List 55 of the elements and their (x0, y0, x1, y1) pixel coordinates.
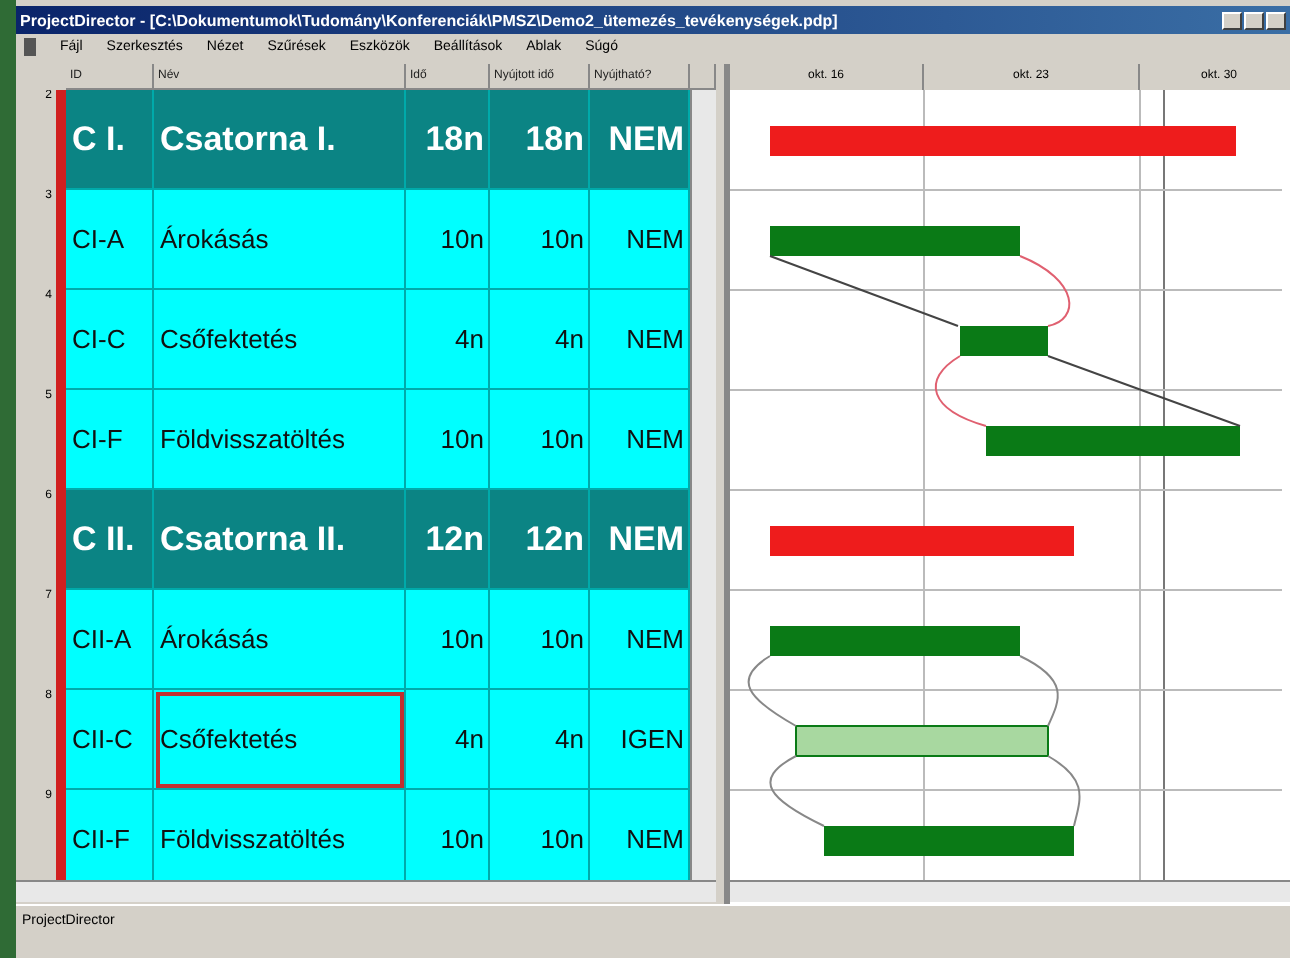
table-cell: 4n (406, 290, 490, 390)
table-cell: Csatorna II. (154, 490, 406, 590)
table-cell: 10n (490, 590, 590, 690)
table-cell: 10n (406, 190, 490, 290)
table-cell: CII-C (66, 690, 154, 790)
table-cell: 10n (490, 790, 590, 880)
close-button[interactable] (1266, 11, 1286, 29)
table-cell: NEM (590, 290, 690, 390)
table-cell: 18n (490, 90, 590, 190)
maximize-button[interactable] (1244, 11, 1264, 29)
dependency-line (769, 755, 825, 827)
table-cell: 4n (406, 690, 490, 790)
table-cell: NEM (590, 190, 690, 290)
table-cell: Árokásás (154, 590, 406, 690)
table-cell: C I. (66, 90, 154, 190)
table-cell: CII-F (66, 790, 154, 880)
dependency-line (1019, 255, 1071, 327)
table-cell: Csatorna I. (154, 90, 406, 190)
table-cell: NEM (590, 90, 690, 190)
table-cell: 12n (490, 490, 590, 590)
dependency-line (747, 655, 797, 727)
table-cell: CI-F (66, 390, 154, 490)
dependency-line (934, 355, 987, 427)
vertical-scrollbar[interactable] (690, 90, 716, 880)
table-cell: CII-A (66, 590, 154, 690)
table-cell: NEM (590, 790, 690, 880)
dependency-line (1019, 655, 1059, 727)
table-cell: 18n (406, 90, 490, 190)
table-cell: 10n (490, 390, 590, 490)
table-cell: Csőfektetés (154, 690, 406, 790)
scroll-up-button[interactable] (690, 64, 716, 90)
minimize-button[interactable] (1222, 11, 1242, 29)
table-cell: NEM (590, 590, 690, 690)
table-cell: 10n (406, 790, 490, 880)
table-cell: 10n (490, 190, 590, 290)
dependency-line (1047, 755, 1081, 827)
table-cell: 10n (406, 590, 490, 690)
table-cell: 4n (490, 690, 590, 790)
table-cell: NEM (590, 390, 690, 490)
task-bar[interactable] (795, 725, 1049, 757)
horizontal-scrollbar[interactable] (730, 880, 1290, 902)
horizontal-scrollbar[interactable] (16, 880, 716, 902)
table-cell: NEM (590, 490, 690, 590)
table-cell: Földvisszatöltés (154, 390, 406, 490)
table-cell: C II. (66, 490, 154, 590)
table-cell: 12n (406, 490, 490, 590)
window-title: ProjectDirector - [C:\Dokumentumok\Tudomány\Konferenciák\PMSZ\Demo2_ütemezés_tevékenységek.pdp] (20, 11, 840, 29)
table-cell: 4n (490, 290, 590, 390)
table-cell: Földvisszatöltés (154, 790, 406, 880)
table-cell: 10n (406, 390, 490, 490)
table-cell: CI-A (66, 190, 154, 290)
table-cell: Árokásás (154, 190, 406, 290)
table-cell: CI-C (66, 290, 154, 390)
table-cell: IGEN (590, 690, 690, 790)
table-cell: Csőfektetés (154, 290, 406, 390)
